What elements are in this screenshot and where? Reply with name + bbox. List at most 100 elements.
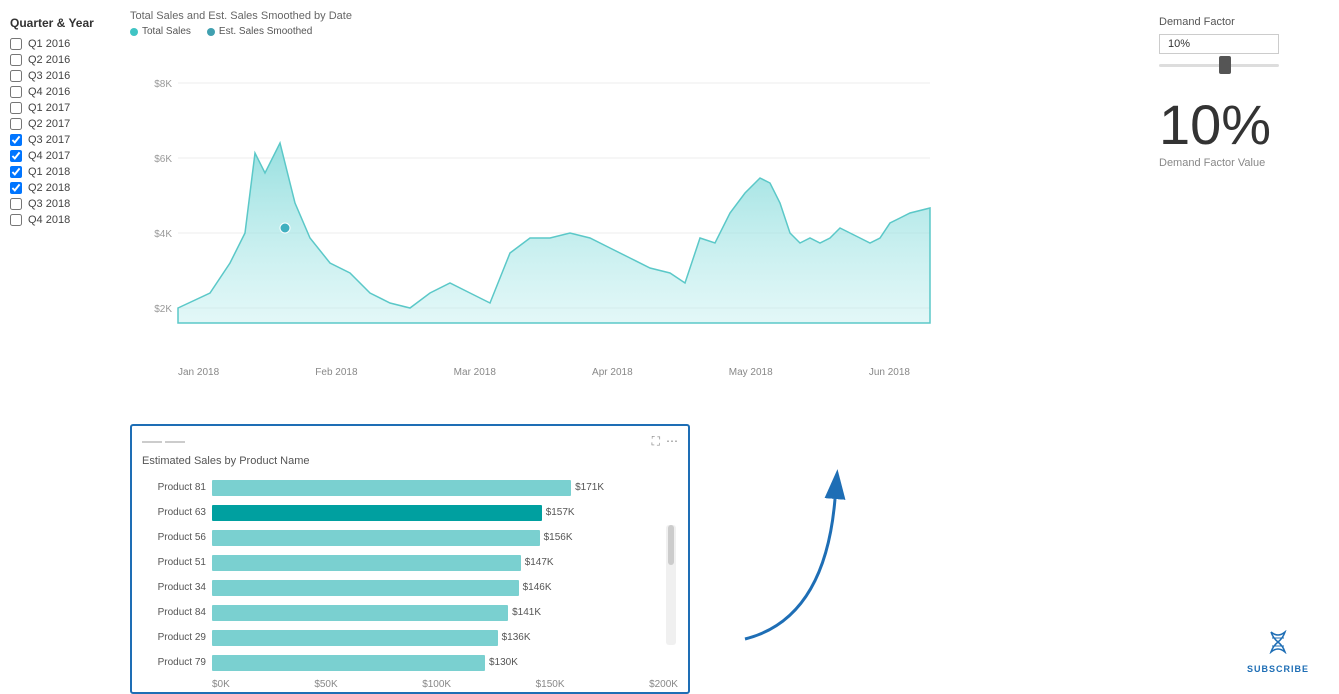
area-chart-container: $8K $6K $4K $2K bbox=[130, 43, 950, 363]
filter-checkbox-6[interactable] bbox=[10, 134, 22, 146]
bar-fill-1 bbox=[212, 505, 542, 521]
filter-label-7: Q4 2017 bbox=[28, 150, 70, 162]
bar-x-label-0: $0K bbox=[212, 679, 230, 690]
legend-dot-0 bbox=[130, 28, 138, 36]
filter-checkbox-3[interactable] bbox=[10, 86, 22, 98]
bar-fill-4 bbox=[212, 580, 519, 596]
slider-thumb[interactable] bbox=[1219, 56, 1231, 74]
bar-row-2[interactable]: $156K bbox=[212, 529, 678, 547]
bar-product-label-7: Product 79 bbox=[142, 657, 212, 668]
slider-container[interactable] bbox=[1159, 64, 1279, 67]
filter-checkbox-10[interactable] bbox=[10, 198, 22, 210]
bar-row-3[interactable]: $147K bbox=[212, 554, 678, 572]
filter-checkbox-4[interactable] bbox=[10, 102, 22, 114]
x-label-2: Mar 2018 bbox=[454, 367, 496, 378]
bar-fill-2 bbox=[212, 530, 540, 546]
x-axis-bar: $0K$50K$100K$150K$200K bbox=[142, 675, 678, 690]
dna-icon bbox=[1263, 630, 1293, 654]
svg-text:$2K: $2K bbox=[154, 304, 172, 315]
bar-chart-title: Estimated Sales by Product Name bbox=[142, 455, 678, 467]
filter-checkbox-11[interactable] bbox=[10, 214, 22, 226]
bar-product-label-4: Product 34 bbox=[142, 582, 212, 593]
bar-area: $171K $157K $156K $147K $146K $141K $136K $130K bbox=[212, 475, 678, 675]
bar-row-1[interactable]: $157K bbox=[212, 504, 678, 522]
x-label-4: May 2018 bbox=[729, 367, 773, 378]
filter-label-11: Q4 2018 bbox=[28, 214, 70, 226]
filter-item-11[interactable]: Q4 2018 bbox=[10, 214, 110, 226]
drag-handle[interactable] bbox=[142, 441, 185, 443]
bar-row-7[interactable]: $130K bbox=[212, 654, 678, 672]
filter-item-6[interactable]: Q3 2017 bbox=[10, 134, 110, 146]
scrollbar[interactable] bbox=[666, 525, 676, 645]
filter-item-9[interactable]: Q2 2018 bbox=[10, 182, 110, 194]
bar-fill-0 bbox=[212, 480, 571, 496]
filter-list: Q1 2016 Q2 2016 Q3 2016 Q4 2016 Q1 2017 Q2 20… bbox=[10, 38, 110, 226]
filter-item-3[interactable]: Q4 2016 bbox=[10, 86, 110, 98]
filter-label-4: Q1 2017 bbox=[28, 102, 70, 114]
filter-label-9: Q2 2018 bbox=[28, 182, 70, 194]
bar-row-4[interactable]: $146K bbox=[212, 579, 678, 597]
demand-factor-label: Demand Factor bbox=[1159, 16, 1319, 28]
chart-legend: Total Sales Est. Sales Smoothed bbox=[130, 26, 1129, 37]
filter-item-8[interactable]: Q1 2018 bbox=[10, 166, 110, 178]
filter-label-1: Q2 2016 bbox=[28, 54, 70, 66]
filter-checkbox-0[interactable] bbox=[10, 38, 22, 50]
area-chart-title: Total Sales and Est. Sales Smoothed by D… bbox=[130, 10, 1129, 22]
demand-factor-value-box: 10% bbox=[1159, 34, 1279, 54]
bar-fill-5 bbox=[212, 605, 508, 621]
arrow-annotation bbox=[690, 424, 870, 694]
filter-checkbox-5[interactable] bbox=[10, 118, 22, 130]
scrollbar-thumb[interactable] bbox=[668, 525, 674, 565]
bar-value-0: $171K bbox=[575, 482, 604, 493]
filter-item-2[interactable]: Q3 2016 bbox=[10, 70, 110, 82]
bar-value-2: $156K bbox=[544, 532, 573, 543]
filter-checkbox-2[interactable] bbox=[10, 70, 22, 82]
filter-item-10[interactable]: Q3 2018 bbox=[10, 198, 110, 210]
x-label-0: Jan 2018 bbox=[178, 367, 219, 378]
bar-product-label-2: Product 56 bbox=[142, 532, 212, 543]
bar-row-6[interactable]: $136K bbox=[212, 629, 678, 647]
top-chart-section: Total Sales and Est. Sales Smoothed by D… bbox=[130, 10, 1129, 414]
bar-chart-body: Product 81 Product 63 Product 56 Product 51… bbox=[142, 475, 678, 675]
demand-factor-description: Demand Factor Value bbox=[1159, 157, 1319, 169]
bar-x-label-2: $100K bbox=[422, 679, 451, 690]
filter-item-0[interactable]: Q1 2016 bbox=[10, 38, 110, 50]
slider-track[interactable] bbox=[1159, 64, 1279, 67]
bar-value-3: $147K bbox=[525, 557, 554, 568]
x-axis-labels: Jan 2018Feb 2018Mar 2018Apr 2018May 2018… bbox=[130, 363, 950, 378]
filter-checkbox-9[interactable] bbox=[10, 182, 22, 194]
expand-icon[interactable]: ⛶ bbox=[652, 434, 660, 449]
bar-chart-panel: ⛶ ⋯ Estimated Sales by Product Name Prod… bbox=[130, 424, 690, 694]
bar-value-7: $130K bbox=[489, 657, 518, 668]
arrow-svg bbox=[715, 459, 865, 659]
bar-product-label-1: Product 63 bbox=[142, 507, 212, 518]
filter-item-4[interactable]: Q1 2017 bbox=[10, 102, 110, 114]
sidebar: Quarter & Year Q1 2016Q2 2016Q3 2016Q4 2… bbox=[0, 0, 120, 694]
bar-row-0[interactable]: $171K bbox=[212, 479, 678, 497]
bar-product-label-5: Product 84 bbox=[142, 607, 212, 618]
bar-product-label-3: Product 51 bbox=[142, 557, 212, 568]
filter-checkbox-7[interactable] bbox=[10, 150, 22, 162]
filter-label-0: Q1 2016 bbox=[28, 38, 70, 50]
legend-label-0: Total Sales bbox=[142, 26, 191, 37]
bar-row-5[interactable]: $141K bbox=[212, 604, 678, 622]
filter-label-10: Q3 2018 bbox=[28, 198, 70, 210]
filter-label-6: Q3 2017 bbox=[28, 134, 70, 146]
filter-item-1[interactable]: Q2 2016 bbox=[10, 54, 110, 66]
filter-checkbox-8[interactable] bbox=[10, 166, 22, 178]
bar-product-label-0: Product 81 bbox=[142, 482, 212, 493]
svg-text:$6K: $6K bbox=[154, 154, 172, 165]
legend-item-0: Total Sales bbox=[130, 26, 191, 37]
subscribe-icon bbox=[1263, 630, 1293, 660]
filter-item-5[interactable]: Q2 2017 bbox=[10, 118, 110, 130]
subscribe-text[interactable]: SUBSCRIBE bbox=[1247, 664, 1309, 674]
bar-labels: Product 81 Product 63 Product 56 Product 51… bbox=[142, 475, 212, 675]
filter-item-7[interactable]: Q4 2017 bbox=[10, 150, 110, 162]
filter-checkbox-1[interactable] bbox=[10, 54, 22, 66]
filter-label-5: Q2 2017 bbox=[28, 118, 70, 130]
bar-value-5: $141K bbox=[512, 607, 541, 618]
bar-value-6: $136K bbox=[502, 632, 531, 643]
legend-dot-1 bbox=[207, 28, 215, 36]
legend-item-1: Est. Sales Smoothed bbox=[207, 26, 312, 37]
more-icon[interactable]: ⋯ bbox=[666, 434, 678, 449]
